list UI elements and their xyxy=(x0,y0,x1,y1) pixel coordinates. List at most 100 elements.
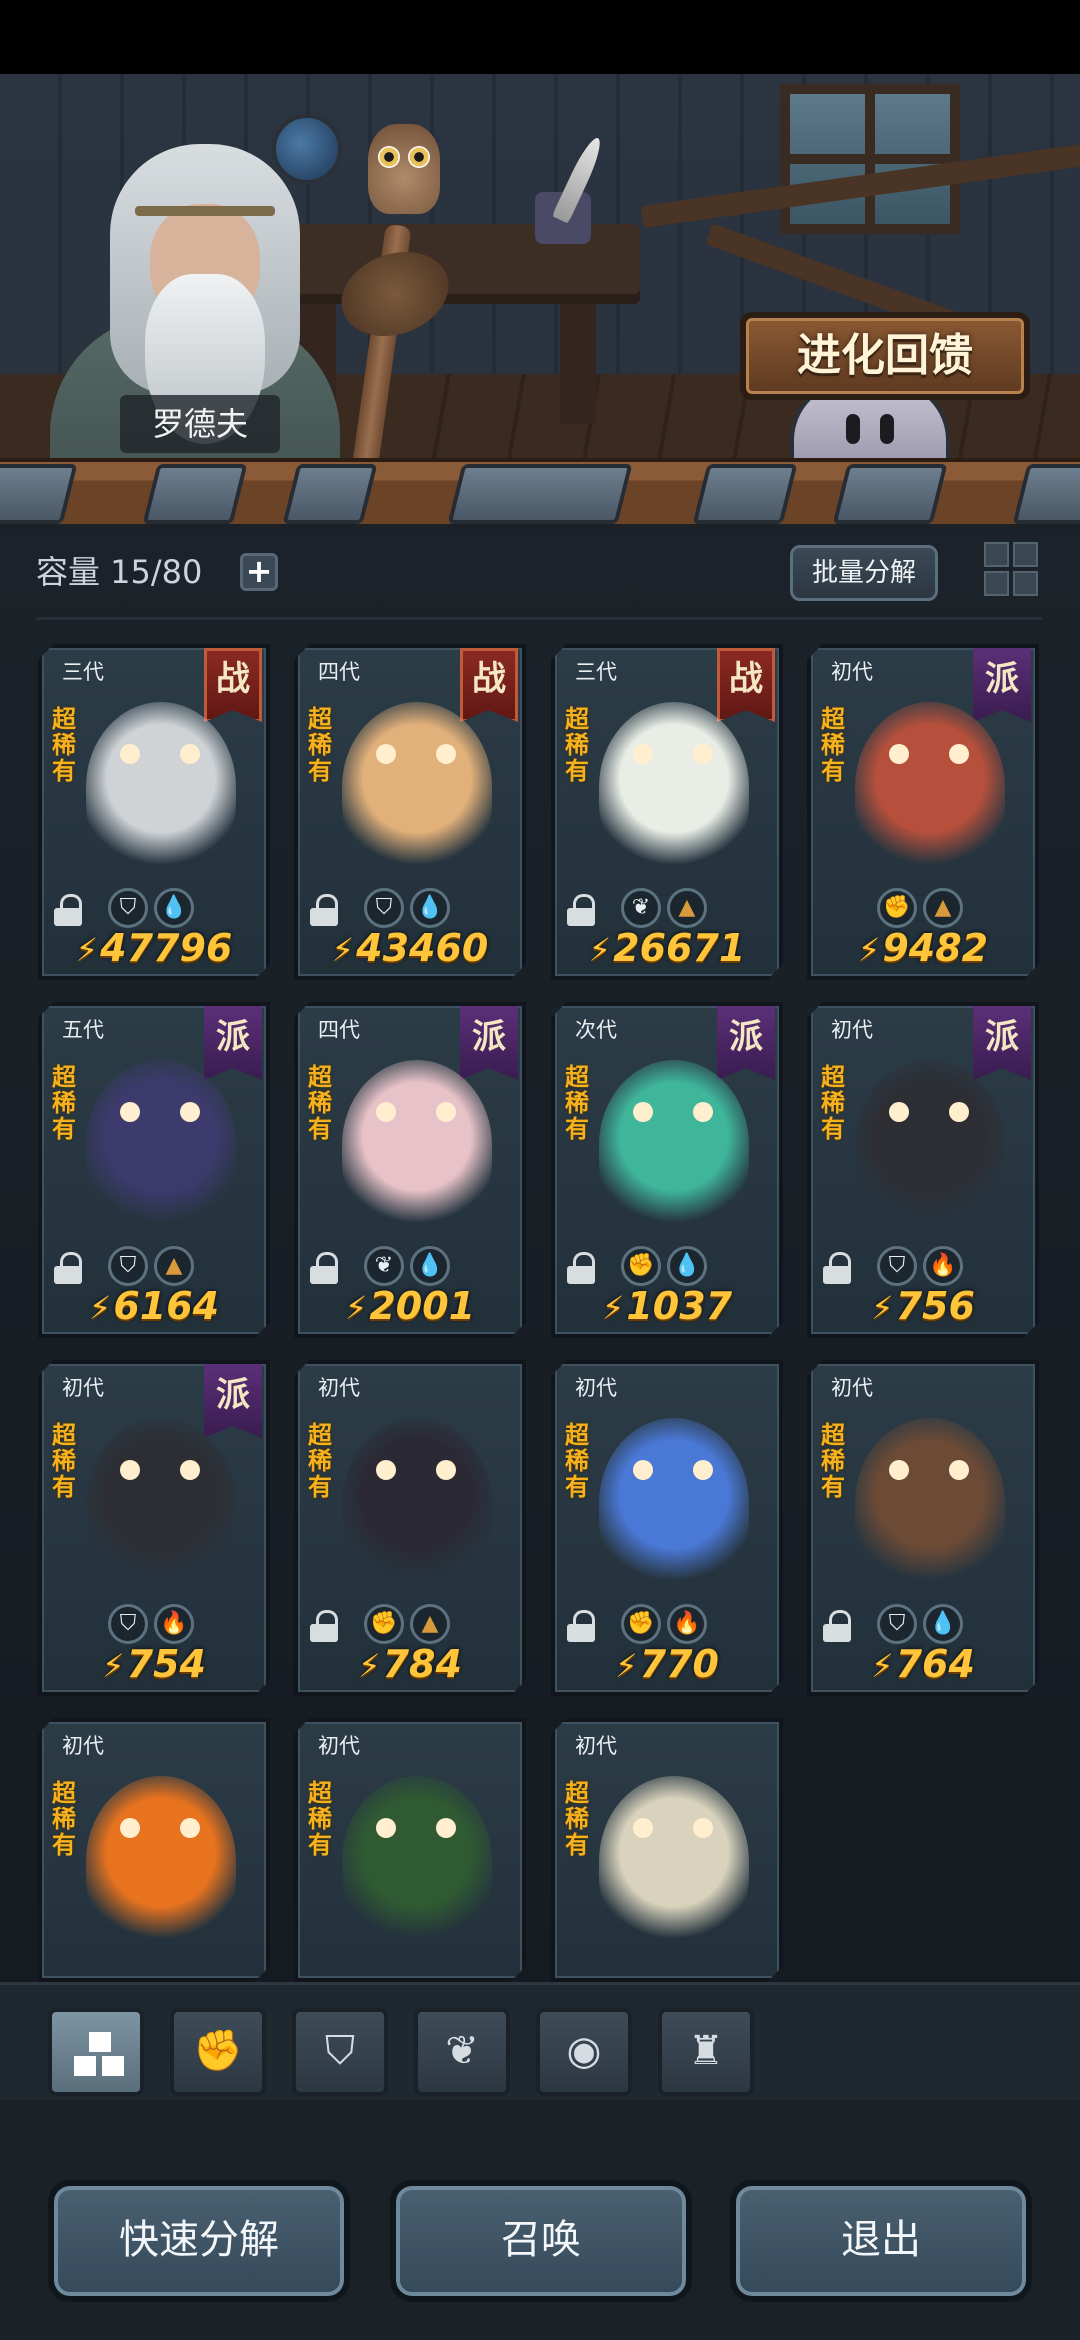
monster-card[interactable]: 初代超稀有 xyxy=(294,1718,526,1982)
fist-icon: ✊ xyxy=(621,1604,661,1644)
monster-portrait xyxy=(342,1060,492,1230)
monster-card[interactable]: 初代 超稀有 ✊ 🔥 ⚡770 xyxy=(551,1360,783,1696)
monster-card[interactable]: 初代 超稀有派 ⛉ 🔥 ⚡756 xyxy=(807,1002,1039,1338)
power-icon: ⚡ xyxy=(857,931,881,969)
power-number: 9482 xyxy=(882,926,989,970)
power-number: 770 xyxy=(639,1642,719,1686)
monster-card[interactable]: 初代 超稀有 xyxy=(551,1718,783,1982)
monster-card[interactable]: 初代 超稀有派 ⛉ 🔥 ⚡754 xyxy=(38,1360,270,1696)
monster-portrait xyxy=(86,702,236,872)
tower-icon: ♜ xyxy=(688,2028,724,2074)
power-number: 6164 xyxy=(113,1284,220,1328)
grid-icon[interactable] xyxy=(984,542,1040,598)
monster-portrait xyxy=(855,1418,1005,1588)
filter-tab-leaf-icon[interactable]: ❦ xyxy=(414,2008,510,2096)
lock-icon[interactable] xyxy=(567,1610,595,1642)
lock-icon[interactable] xyxy=(310,894,338,926)
bulk-decompose-button[interactable]: 批量分解 xyxy=(790,545,938,601)
monster-card[interactable]: 初代 超稀有派 ✊ ▲ ⚡9482 xyxy=(807,644,1039,980)
monster-card[interactable]: 三代 超稀有战 ⛉ 💧 ⚡47796 xyxy=(38,644,270,980)
power-value: ⚡1037 xyxy=(555,1284,779,1328)
lock-icon[interactable] xyxy=(310,1252,338,1284)
lock-icon[interactable] xyxy=(567,894,595,926)
water-icon: 💧 xyxy=(154,888,194,928)
monster-card[interactable]: 四代 超稀有战 ⛉ 💧 ⚡43460 xyxy=(294,644,526,980)
rarity-label: 超稀有 xyxy=(308,1421,332,1501)
lock-icon[interactable] xyxy=(567,1252,595,1284)
capacity-label: 容量 15/80 xyxy=(36,553,203,591)
filter-tab-shield-icon[interactable]: ⛉ xyxy=(292,2008,388,2096)
shield-icon: ⛉ xyxy=(108,1604,148,1644)
generation-label: 初代 xyxy=(318,1376,360,1400)
rarity-label: 超稀有 xyxy=(821,1421,845,1501)
rarity-label: 超稀有 xyxy=(308,1063,332,1143)
monster-card[interactable]: 五代 超稀有派 ⛉ ▲ ⚡6164 xyxy=(38,1002,270,1338)
all-blocks-icon xyxy=(74,2032,126,2078)
faction-badge: 战 xyxy=(460,648,518,722)
monster-card[interactable]: 三代 超稀有战 ❦ ▲ ⚡26671 xyxy=(551,644,783,980)
water-icon: 💧 xyxy=(410,1246,450,1286)
earth-icon: ▲ xyxy=(154,1246,194,1286)
generation-label: 初代 xyxy=(575,1376,617,1400)
owl-illustration xyxy=(368,124,440,214)
generation-label: 三代 xyxy=(575,660,617,684)
lock-icon[interactable] xyxy=(310,1610,338,1642)
monster-card[interactable]: 四代 超稀有派 ❦ 💧 ⚡2001 xyxy=(294,1002,526,1338)
exit-button[interactable]: 退出 xyxy=(730,2180,1032,2302)
filter-tab-all-blocks-icon[interactable] xyxy=(48,2008,144,2096)
monster-portrait xyxy=(86,1776,236,1946)
summon-button[interactable]: 召唤 xyxy=(390,2180,692,2302)
leaf-icon: ❦ xyxy=(445,2028,479,2074)
status-bar xyxy=(0,0,1080,74)
monster-card[interactable]: 初代 超稀有 xyxy=(38,1718,270,1982)
faction-badge: 派 xyxy=(973,648,1031,722)
faction-badge: 战 xyxy=(717,648,775,722)
rarity-label: 超稀有 xyxy=(308,1779,332,1859)
generation-label: 初代 xyxy=(831,1018,873,1042)
rarity-label: 超稀有 xyxy=(565,705,589,785)
lock-icon[interactable] xyxy=(54,1252,82,1284)
monster-portrait xyxy=(342,1776,492,1946)
filter-tab-fist-icon[interactable]: ✊ xyxy=(170,2008,266,2096)
leaf-icon: ❦ xyxy=(364,1246,404,1286)
add-capacity-button[interactable]: + xyxy=(240,553,278,591)
monster-card[interactable]: 初代 超稀有 ✊ ▲ ⚡784 xyxy=(294,1360,526,1696)
generation-label: 次代 xyxy=(575,1018,617,1042)
generation-label: 初代 xyxy=(831,660,873,684)
power-number: 2001 xyxy=(369,1284,476,1328)
power-icon: ⚡ xyxy=(871,1647,894,1685)
rarity-label: 超稀有 xyxy=(821,1063,845,1143)
power-value: ⚡784 xyxy=(298,1642,522,1686)
monster-card[interactable]: 初代 超稀有 ⛉ 💧 ⚡764 xyxy=(807,1360,1039,1696)
power-value: ⚡47796 xyxy=(42,926,266,970)
fist-icon: ✊ xyxy=(621,1246,661,1286)
monster-card[interactable]: 次代 超稀有派 ✊ 💧 ⚡1037 xyxy=(551,1002,783,1338)
power-value: ⚡2001 xyxy=(298,1284,522,1328)
shield-icon: ⛉ xyxy=(325,2028,355,2074)
fire-icon: 🔥 xyxy=(667,1604,707,1644)
water-icon: 💧 xyxy=(923,1604,963,1644)
evolve-feedback-button[interactable]: 进化回馈 xyxy=(740,312,1030,400)
faction-badge: 战 xyxy=(204,648,262,722)
power-icon: ⚡ xyxy=(588,931,612,969)
lock-icon[interactable] xyxy=(54,894,82,926)
monster-portrait xyxy=(86,1418,236,1588)
earth-icon: ▲ xyxy=(667,888,707,928)
water-icon: 💧 xyxy=(667,1246,707,1286)
generation-label: 初代 xyxy=(318,1734,360,1758)
power-icon: ⚡ xyxy=(601,1289,625,1327)
filter-tab-spirit-icon[interactable]: ◉ xyxy=(536,2008,632,2096)
filter-tab-tower-icon[interactable]: ♜ xyxy=(658,2008,754,2096)
monster-portrait xyxy=(599,1776,749,1946)
stone-ledge xyxy=(0,458,1080,530)
lock-icon[interactable] xyxy=(823,1252,851,1284)
divider xyxy=(36,617,1042,620)
rarity-label: 超稀有 xyxy=(52,1063,76,1143)
quick-decompose-button[interactable]: 快速分解 xyxy=(48,2180,350,2302)
faction-badge: 派 xyxy=(204,1364,262,1438)
power-icon: ⚡ xyxy=(358,1647,381,1685)
rarity-label: 超稀有 xyxy=(52,1779,76,1859)
lock-icon[interactable] xyxy=(823,1610,851,1642)
water-icon: 💧 xyxy=(410,888,450,928)
power-icon: ⚡ xyxy=(344,1289,368,1327)
